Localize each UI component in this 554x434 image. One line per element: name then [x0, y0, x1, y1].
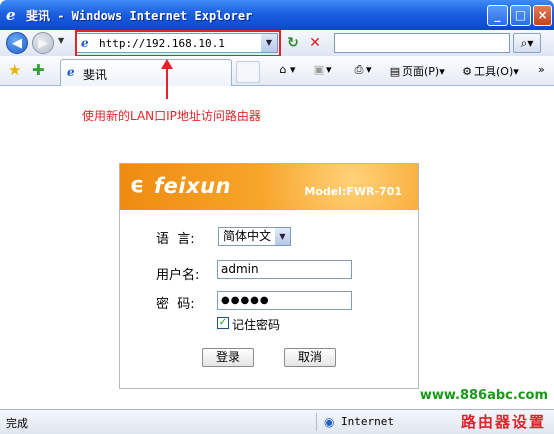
- add-favorites-icon[interactable]: ✚: [32, 61, 45, 79]
- address-toolbar: ◀ ▶ ▼ e http://192.168.10.1 ▼ ↻ ✕ ⌕▾: [0, 30, 554, 57]
- stop-icon[interactable]: ✕: [306, 34, 324, 52]
- gear-icon: ⚙: [462, 65, 472, 78]
- ie-logo-icon: e: [6, 6, 16, 24]
- language-label: 语 言:: [156, 232, 195, 247]
- username-label: 用户名:: [156, 268, 200, 283]
- tab-page-icon: e: [67, 65, 75, 79]
- annotation-arrow: [166, 65, 168, 99]
- login-button[interactable]: 登录: [202, 348, 254, 367]
- favorites-star-icon[interactable]: ★: [8, 61, 21, 79]
- remember-checkbox-icon[interactable]: ✓: [217, 317, 229, 329]
- zone-text: Internet: [341, 415, 394, 428]
- page-menu-label: 页面(P): [402, 65, 440, 78]
- page-content: 使用新的LAN口IP地址访问路由器 ϵ feixun Model:FWR-701…: [0, 59, 554, 409]
- minimize-button[interactable]: _: [487, 5, 508, 26]
- forward-button[interactable]: ▶: [32, 32, 54, 54]
- page-menu[interactable]: ▤ 页面(P)▾: [388, 63, 445, 79]
- recent-pages-dropdown-icon[interactable]: ▼: [58, 36, 64, 45]
- model-label: Model:FWR-701: [304, 185, 402, 198]
- status-divider: [316, 413, 317, 431]
- watermark-url: www.886abc.com: [419, 388, 548, 403]
- tools-menu[interactable]: ⚙ 工具(O)▾: [460, 63, 519, 79]
- cancel-button[interactable]: 取消: [284, 348, 336, 367]
- status-text: 完成: [6, 417, 28, 430]
- password-input[interactable]: ●●●●●: [217, 291, 352, 310]
- tab-title: 斐讯: [83, 68, 108, 82]
- new-tab-button[interactable]: [236, 61, 260, 83]
- title-bar: e 斐讯 - Windows Internet Explorer _ □ ×: [0, 0, 554, 30]
- annotation-text: 使用新的LAN口IP地址访问路由器: [82, 109, 261, 123]
- username-input[interactable]: admin: [217, 260, 352, 279]
- site-watermark: www.886abc.com: [420, 388, 548, 403]
- login-header: ϵ feixun Model:FWR-701: [120, 164, 418, 210]
- print-icon[interactable]: ⎙ ▾: [352, 63, 372, 77]
- password-label: 密 码:: [156, 297, 195, 312]
- address-highlight-box: [75, 30, 281, 57]
- watermark-name: 路由器设置: [460, 413, 546, 431]
- annotation-arrow-head: [161, 59, 173, 69]
- refresh-icon[interactable]: ↻: [284, 34, 302, 52]
- remember-label: 记住密码: [232, 318, 281, 332]
- close-button[interactable]: ×: [533, 5, 552, 26]
- home-icon[interactable]: ⌂ ▾: [276, 63, 296, 76]
- chevron-down-icon: ▼: [275, 228, 290, 245]
- maximize-button[interactable]: □: [510, 5, 531, 26]
- tab-current[interactable]: e 斐讯: [60, 59, 232, 86]
- feeds-icon[interactable]: ▣ ▾: [312, 63, 332, 76]
- brand-name: feixun: [154, 174, 232, 198]
- search-icon[interactable]: ⌕▾: [513, 33, 541, 53]
- page-menu-icon: ▤: [389, 65, 401, 78]
- status-bar: 完成 ◉ Internet 路由器设置: [0, 409, 554, 434]
- back-button[interactable]: ◀: [6, 32, 28, 54]
- search-input[interactable]: [334, 33, 510, 53]
- globe-icon: ◉: [324, 415, 335, 429]
- language-value: 简体中文: [223, 229, 272, 243]
- toolbar-overflow-icon[interactable]: »: [538, 63, 545, 76]
- language-select[interactable]: 简体中文 ▼: [218, 227, 291, 246]
- window-title: 斐讯 - Windows Internet Explorer: [26, 9, 253, 23]
- tab-bar: ★ ✚ e 斐讯 ⌂ ▾ ▣ ▾ ⎙ ▾ ▤ 页面(P)▾ ⚙ 工具(O)▾ »: [0, 56, 554, 86]
- tools-menu-label: 工具(O): [474, 65, 514, 78]
- login-panel: ϵ feixun Model:FWR-701 语 言: 简体中文 ▼ 用户名: …: [119, 163, 419, 389]
